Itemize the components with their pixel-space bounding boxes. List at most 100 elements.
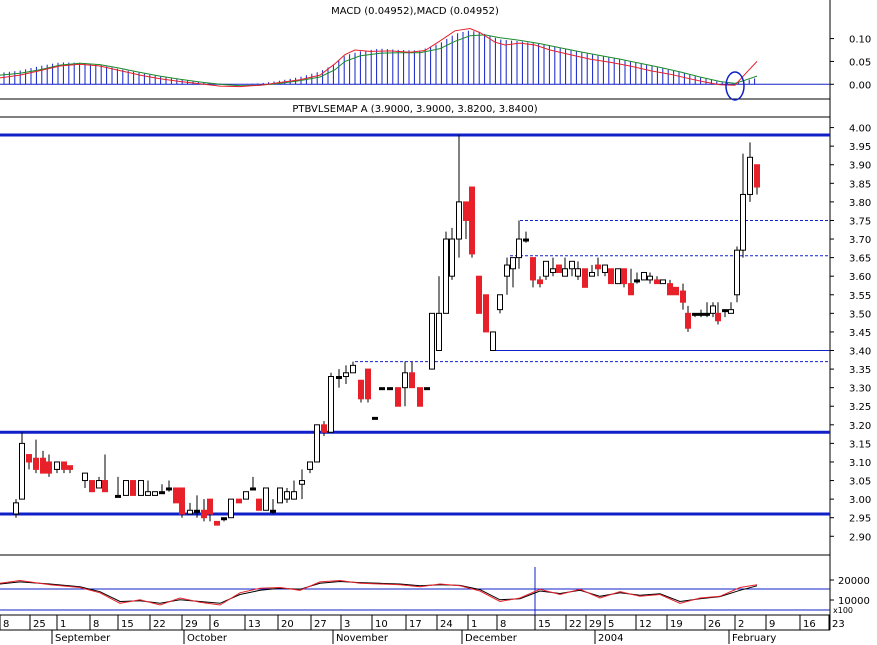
- x-day-label: 5: [608, 619, 614, 630]
- candle-body: [417, 387, 423, 407]
- candle-body: [740, 193, 746, 251]
- x-day-label: 8: [3, 619, 9, 630]
- macd-y-tick-label: 0.00: [849, 80, 871, 91]
- candle-body: [387, 387, 393, 391]
- candle-body: [722, 309, 728, 313]
- candle-body: [537, 279, 543, 285]
- candle-body: [307, 461, 313, 470]
- candle-body: [647, 275, 653, 281]
- candle-body: [336, 376, 342, 380]
- macd-line: [0, 27, 758, 88]
- x-day-label: 19: [670, 619, 683, 630]
- price-y-tick-label: 3.90: [849, 161, 871, 172]
- candle-body: [715, 312, 721, 322]
- candle-body: [710, 305, 716, 314]
- candle-body: [299, 480, 305, 485]
- candle-body: [321, 424, 327, 433]
- x-day-label: 16: [803, 619, 816, 630]
- candle-body: [214, 520, 220, 526]
- candle-body: [685, 312, 691, 329]
- candle-body: [67, 465, 73, 470]
- candle-body: [608, 268, 614, 285]
- candle-body: [96, 480, 102, 489]
- candle-body: [456, 201, 462, 240]
- candle-body: [343, 372, 349, 378]
- price-y-tick-label: 3.55: [849, 291, 871, 302]
- candle-body: [365, 368, 371, 400]
- volume-line: [0, 579, 758, 606]
- candle-body: [654, 279, 660, 285]
- price-y-tick-label: 3.00: [849, 495, 871, 506]
- candle-body: [704, 312, 710, 316]
- candle-body: [692, 312, 698, 316]
- candle-body: [26, 454, 32, 463]
- candle-body: [130, 480, 136, 496]
- macd-y-tick-label: 0.10: [849, 35, 871, 46]
- candle-body: [463, 201, 469, 221]
- candle-body: [291, 491, 297, 500]
- candle-body: [550, 268, 556, 273]
- candle-body: [358, 379, 364, 400]
- candle-body: [424, 387, 430, 391]
- price-panel: 4.00 3.95 3.90 3.85 3.80 3.75 3.70 3.65 3.60 3.55…: [0, 124, 871, 543]
- x-day-label: 6: [213, 619, 219, 630]
- candle-body: [497, 294, 503, 311]
- x-day-label: 27: [314, 619, 327, 630]
- price-y-tick-label: 3.35: [849, 365, 871, 376]
- candle-body: [628, 283, 634, 296]
- x-day-label: 2: [738, 619, 744, 630]
- price-y-tick-label: 4.00: [849, 124, 871, 135]
- x-day-label: 15: [121, 619, 134, 630]
- candle-body: [673, 286, 679, 296]
- candle-body: [33, 457, 39, 470]
- price-y-tick-label: 3.05: [849, 477, 871, 488]
- candle-body: [201, 509, 207, 519]
- x-month-label: November: [336, 633, 389, 644]
- stock-chart: 0.10 0.05 0.00 4.00 3.95 3.90 3.85 3.80 3.75 3.7…: [0, 0, 871, 644]
- candle-body: [476, 275, 482, 314]
- candle-body: [667, 283, 673, 296]
- candle-body: [263, 487, 269, 511]
- candle-body: [490, 331, 496, 352]
- candle-body: [469, 186, 475, 255]
- macd-panel: 0.10 0.05 0.00: [0, 27, 871, 101]
- candle-body: [179, 487, 185, 515]
- candle-body: [523, 238, 529, 242]
- price-y-tick-label: 3.80: [849, 198, 871, 209]
- candle-body: [228, 498, 234, 519]
- x-day-label: 26: [708, 619, 721, 630]
- candle-body: [680, 290, 686, 303]
- candle-body: [277, 487, 283, 504]
- candle-body: [562, 268, 568, 277]
- candle-body: [350, 364, 356, 374]
- candle-body: [82, 472, 88, 482]
- candle-body: [187, 509, 193, 515]
- candle-body: [46, 461, 52, 474]
- x-day-label: 8: [500, 619, 506, 630]
- price-y-tick-label: 3.75: [849, 216, 871, 227]
- candle-body: [483, 294, 489, 333]
- x-day-label: 29: [589, 619, 602, 630]
- candle-body: [530, 257, 536, 281]
- x-day-label: 1: [60, 619, 66, 630]
- candle-body: [504, 264, 510, 277]
- candle-body: [641, 271, 647, 281]
- price-y-tick-label: 3.45: [849, 328, 871, 339]
- candle-body: [138, 480, 144, 496]
- price-y-tick-label: 3.50: [849, 309, 871, 320]
- candle-body: [402, 372, 408, 389]
- candle-body: [634, 279, 640, 283]
- x-day-label: 13: [248, 619, 261, 630]
- x-day-label: 12: [639, 619, 652, 630]
- candle-body: [747, 156, 753, 195]
- x-day-label: 17: [409, 619, 422, 630]
- x-day-label: 24: [440, 619, 453, 630]
- volume-y-tick-label: 20000: [838, 576, 870, 587]
- candle-body: [510, 257, 516, 270]
- price-y-tick-label: 3.95: [849, 142, 871, 153]
- price-y-tick-label: 2.90: [849, 532, 871, 543]
- macd-y-tick-label: 0.05: [849, 57, 871, 68]
- macd-title: MACD (0.04952),MACD (0.04952): [331, 6, 499, 17]
- candle-body: [615, 268, 621, 285]
- candle-body: [595, 264, 601, 270]
